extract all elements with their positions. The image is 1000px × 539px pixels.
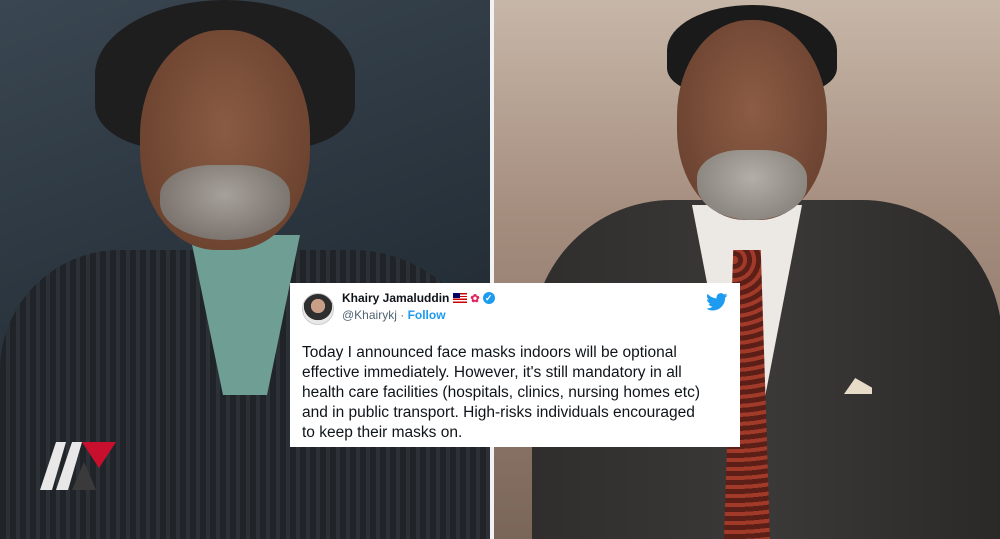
left-beard bbox=[160, 165, 290, 240]
author-handle[interactable]: @Khairykj bbox=[342, 308, 397, 322]
twitter-bird-icon[interactable] bbox=[706, 293, 728, 311]
hibiscus-icon: ✿ bbox=[470, 292, 480, 305]
tweet-text: Today I announced face masks indoors wil… bbox=[302, 344, 701, 441]
tweet-header: Khairy Jamaluddin ✿ ✓ @Khairykj · Follow bbox=[302, 291, 728, 337]
left-photo bbox=[0, 0, 492, 539]
tweet-author: Khairy Jamaluddin ✿ ✓ @Khairykj · Follow bbox=[342, 291, 495, 322]
right-beard bbox=[697, 150, 807, 220]
right-photo bbox=[492, 0, 1000, 539]
separator: · bbox=[400, 308, 405, 322]
author-name-row: Khairy Jamaluddin ✿ ✓ bbox=[342, 291, 495, 305]
malaysia-flag-icon bbox=[453, 293, 468, 303]
avatar[interactable] bbox=[302, 293, 334, 325]
follow-button[interactable]: Follow bbox=[408, 308, 446, 322]
handle-row: @Khairykj · Follow bbox=[342, 308, 495, 322]
author-name[interactable]: Khairy Jamaluddin bbox=[342, 291, 449, 305]
panel-divider bbox=[490, 0, 494, 539]
verified-badge-icon: ✓ bbox=[482, 292, 495, 304]
tweet-card[interactable]: Khairy Jamaluddin ✿ ✓ @Khairykj · Follow… bbox=[290, 283, 740, 447]
site-logo-icon bbox=[40, 442, 116, 490]
